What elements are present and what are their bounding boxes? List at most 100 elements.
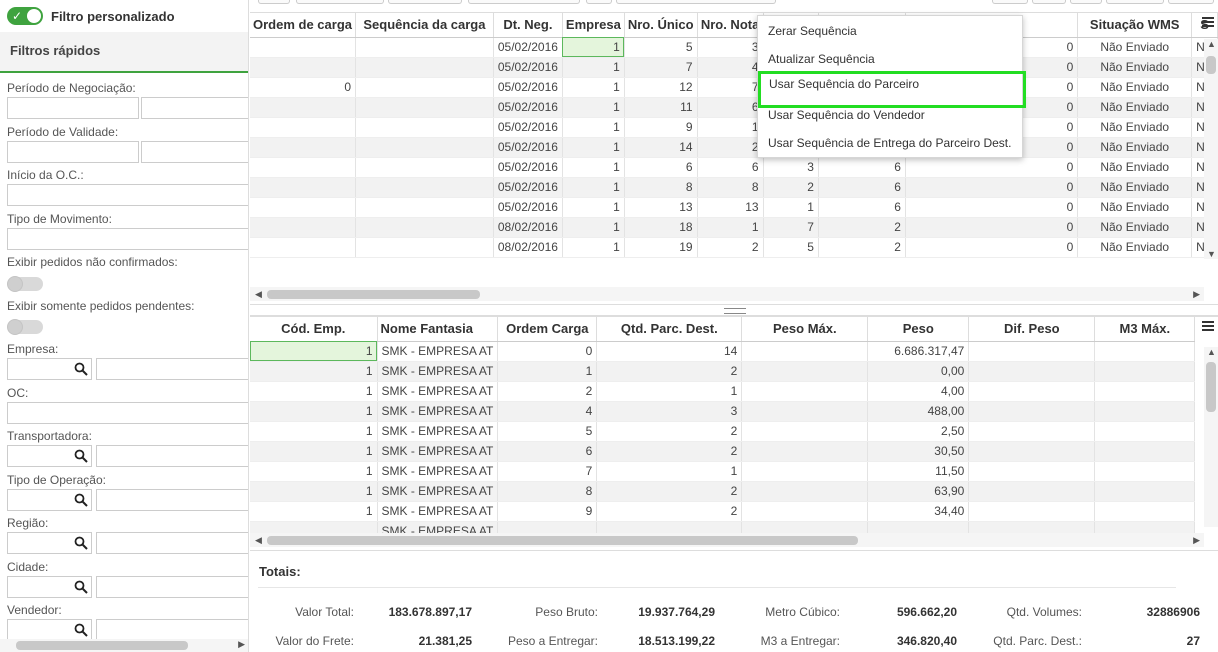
table-cell[interactable]: 1 — [562, 197, 625, 218]
menu-item-atualizar-sequencia[interactable]: Atualizar Sequência — [758, 46, 1022, 73]
table-cell[interactable]: 1 — [562, 57, 625, 78]
table-cell[interactable]: 18 — [624, 217, 698, 238]
col-sequencia-carga[interactable]: Sequência da carga — [355, 13, 494, 38]
scrollbar-thumb[interactable] — [1206, 362, 1216, 412]
table-cell[interactable] — [355, 117, 494, 138]
transportadora-name-input[interactable] — [96, 445, 248, 467]
regiao-name-input[interactable] — [96, 532, 248, 554]
table-cell[interactable]: 6 — [497, 441, 598, 462]
table-cell[interactable]: 0 — [250, 77, 356, 98]
load-summary-horizontal-scrollbar[interactable]: ◀ ▶ — [250, 533, 1204, 547]
table-cell[interactable]: 1 — [250, 421, 378, 442]
col-ordem-carga[interactable]: Ordem Carga — [497, 317, 598, 342]
table-cell[interactable]: 1 — [250, 501, 378, 522]
toolbar-button[interactable] — [1168, 0, 1214, 4]
table-cell[interactable] — [1094, 341, 1196, 362]
table-cell[interactable]: 14 — [624, 137, 698, 158]
table-cell[interactable]: 05/02/2016 — [493, 117, 563, 138]
table-cell[interactable]: Não Enviado — [1077, 197, 1193, 218]
table-cell[interactable]: SMK - EMPRESA AT — [377, 381, 499, 402]
table-cell[interactable]: 3 — [763, 157, 819, 178]
table-cell[interactable]: Não Enviado — [1077, 217, 1193, 238]
table-cell[interactable] — [968, 441, 1096, 462]
table-cell[interactable]: 1 — [562, 37, 625, 58]
vendedor-code-input[interactable] — [7, 619, 92, 641]
scrollbar-thumb[interactable] — [267, 536, 858, 545]
table-cell[interactable]: 6 — [818, 157, 906, 178]
table-cell[interactable] — [250, 177, 356, 198]
table-cell[interactable]: 6.686.317,47 — [867, 341, 970, 362]
table-cell[interactable]: 1 — [596, 461, 743, 482]
table-cell[interactable]: 2 — [596, 481, 743, 502]
table-cell[interactable]: 05/02/2016 — [493, 37, 563, 58]
table-cell[interactable] — [355, 57, 494, 78]
table-cell[interactable] — [741, 421, 869, 442]
table-cell[interactable]: 2 — [697, 137, 764, 158]
table-cell[interactable]: 0,00 — [867, 361, 970, 382]
table-cell[interactable]: 0 — [905, 157, 1079, 178]
table-cell[interactable]: Não Enviado — [1077, 57, 1193, 78]
scrollbar-thumb[interactable] — [267, 290, 480, 299]
table-cell[interactable]: 2,50 — [867, 421, 970, 442]
table-cell[interactable]: 1 — [562, 117, 625, 138]
menu-item-usar-sequencia-vendedor[interactable]: Usar Sequência do Vendedor — [758, 102, 1022, 129]
tipo-movimento-input[interactable] — [7, 228, 248, 250]
table-row[interactable]: 0 05/02/2016 1 12 7 0 Não Enviado N — [250, 77, 1218, 98]
table-cell[interactable]: 1 — [497, 361, 598, 382]
table-cell[interactable]: 2 — [497, 381, 598, 402]
table-cell[interactable]: 05/02/2016 — [493, 157, 563, 178]
table-cell[interactable]: 7 — [497, 461, 598, 482]
table-cell[interactable] — [968, 421, 1096, 442]
table-cell[interactable] — [1094, 381, 1196, 402]
col-cod-emp[interactable]: Cód. Emp. — [250, 317, 378, 342]
table-cell[interactable]: 2 — [596, 501, 743, 522]
orders-horizontal-scrollbar[interactable]: ◀ ▶ — [250, 287, 1204, 301]
table-cell[interactable] — [250, 217, 356, 238]
col-peso[interactable]: Peso — [867, 317, 970, 342]
table-cell[interactable] — [741, 461, 869, 482]
table-cell[interactable]: Não Enviado — [1077, 77, 1193, 98]
table-row[interactable]: 05/02/2016 1 7 4 0 Não Enviado N — [250, 57, 1218, 78]
table-cell[interactable]: 3 — [697, 37, 764, 58]
cidade-name-input[interactable] — [96, 576, 248, 598]
column-menu-icon[interactable] — [1202, 321, 1214, 332]
arrow-down-icon[interactable]: ▼ — [1207, 249, 1216, 259]
table-cell[interactable] — [1094, 361, 1196, 382]
table-cell[interactable] — [968, 381, 1096, 402]
table-cell[interactable] — [355, 37, 494, 58]
table-cell[interactable]: 05/02/2016 — [493, 177, 563, 198]
regiao-code-input[interactable] — [7, 532, 92, 554]
table-cell[interactable] — [250, 237, 356, 258]
toolbar-button[interactable] — [258, 0, 290, 4]
table-cell[interactable]: 4,00 — [867, 381, 970, 402]
table-row[interactable]: 1 SMK - EMPRESA AT 0 14 6.686.317,47 — [250, 341, 1196, 362]
table-cell[interactable]: 1 — [250, 441, 378, 462]
table-row[interactable]: 1 SMK - EMPRESA AT 4 3 488,00 — [250, 401, 1196, 422]
table-cell[interactable] — [355, 137, 494, 158]
table-cell[interactable]: 7 — [624, 57, 698, 78]
table-row[interactable]: 1 SMK - EMPRESA AT 6 2 30,50 — [250, 441, 1196, 462]
table-cell[interactable] — [741, 381, 869, 402]
toolbar-button[interactable] — [586, 0, 612, 4]
table-cell[interactable]: 12 — [624, 77, 698, 98]
table-cell[interactable]: Não Enviado — [1077, 237, 1193, 258]
table-cell[interactable]: SMK - EMPRESA AT — [377, 421, 499, 442]
table-cell[interactable]: 05/02/2016 — [493, 197, 563, 218]
table-cell[interactable]: Não Enviado — [1077, 117, 1193, 138]
table-cell[interactable]: 1 — [562, 97, 625, 118]
table-cell[interactable] — [1094, 441, 1196, 462]
table-cell[interactable]: 1 — [562, 177, 625, 198]
table-cell[interactable]: 1 — [250, 461, 378, 482]
table-cell[interactable]: 3 — [596, 401, 743, 422]
search-icon[interactable] — [74, 362, 88, 376]
table-cell[interactable]: 4 — [697, 57, 764, 78]
table-cell[interactable]: 30,50 — [867, 441, 970, 462]
table-cell[interactable] — [1094, 421, 1196, 442]
table-cell[interactable] — [1094, 501, 1196, 522]
table-cell[interactable] — [741, 481, 869, 502]
table-cell[interactable]: 2 — [763, 177, 819, 198]
grid-splitter[interactable] — [250, 304, 1218, 316]
table-cell[interactable] — [250, 57, 356, 78]
search-icon[interactable] — [74, 623, 88, 637]
table-cell[interactable]: 08/02/2016 — [493, 237, 563, 258]
